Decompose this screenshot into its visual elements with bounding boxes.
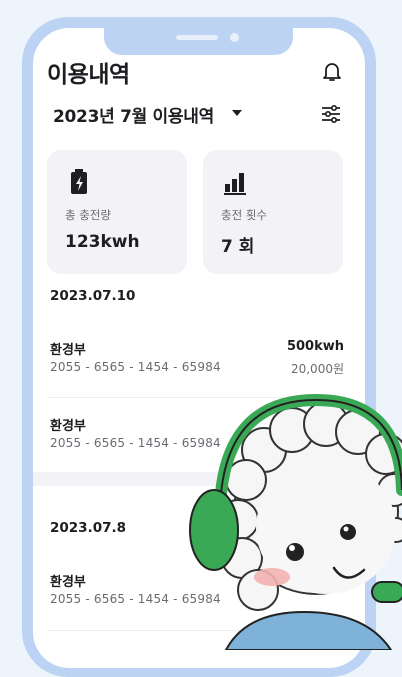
phone-camera [230,33,239,42]
total-charge-value: 123kwh [65,232,140,252]
charge-count-value: 7 회 [221,237,255,257]
mascot-character-illustration [189,393,402,650]
charge-price: 20,000원 [290,362,344,376]
date-header: 2023.07.8 [50,520,127,536]
battery-charging-icon [71,169,87,194]
bar-chart-icon [224,173,246,195]
phone-notch [104,27,293,55]
page-title: 이용내역 [47,62,130,88]
month-selector[interactable]: 2023년 7월 이용내역 [53,102,214,127]
total-charge-card: 총 충전량 123kwh [47,150,187,274]
filter-sliders-icon[interactable] [319,102,343,126]
charge-count-card: 충전 횟수 7 회 [203,150,343,274]
phone-speaker [176,35,218,40]
charge-amount: 500kwh [286,339,344,354]
station-name[interactable]: 환경부 [50,339,86,358]
card-number: 2055 - 6565 - 1454 - 65984 [50,360,221,374]
station-name[interactable]: 환경부 [50,415,86,434]
total-charge-label: 총 충전량 [65,208,111,222]
station-name[interactable]: 환경부 [50,571,86,590]
caret-down-icon[interactable] [230,108,244,118]
charge-count-label: 충전 횟수 [221,208,267,222]
bell-icon[interactable] [320,59,344,83]
date-header: 2023.07.10 [50,288,136,304]
